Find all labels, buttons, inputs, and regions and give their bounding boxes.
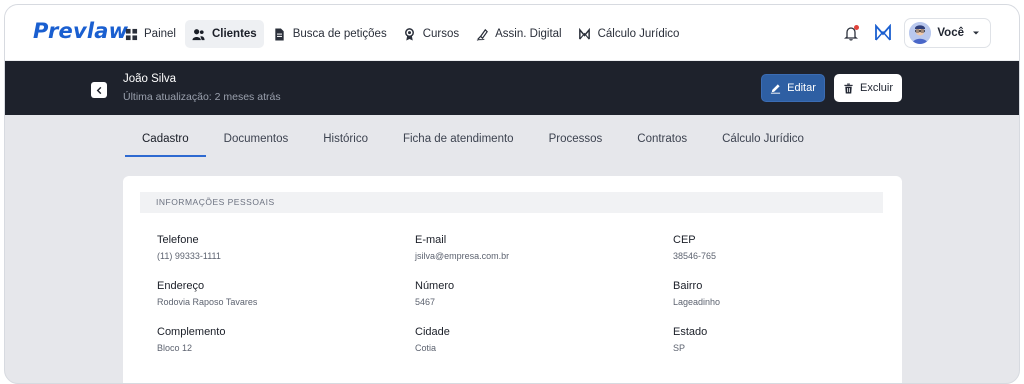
field-label-email: E-mail (415, 234, 447, 246)
user-menu-button[interactable]: Você (904, 18, 991, 48)
field-label-cidade: Cidade (415, 326, 450, 338)
client-tabs: Cadastro Documentos Histórico Ficha de a… (125, 123, 822, 157)
field-label-numero: Número (415, 280, 455, 292)
grid-icon (124, 27, 138, 41)
nav-item-label: Painel (144, 28, 176, 40)
tab-calculo-juridico[interactable]: Cálculo Jurídico (705, 123, 821, 157)
nav-item-assin-digital[interactable]: Assin. Digital (468, 20, 568, 48)
nav-item-label: Busca de petições (292, 28, 387, 40)
signature-icon (475, 27, 489, 41)
users-icon (192, 27, 206, 41)
top-navbar: Prevlaw Painel Clientes Busca de petiçõe… (5, 5, 1019, 61)
edit-button-label: Editar (787, 82, 816, 94)
back-button[interactable] (91, 82, 107, 98)
nav-item-label: Cálculo Jurídico (597, 28, 680, 40)
client-header: João Silva Última atualização: 2 meses a… (5, 61, 1019, 115)
field-value-email: jsilva@empresa.com.br (415, 251, 510, 261)
section-title: INFORMAÇÕES PESSOAIS (140, 192, 883, 213)
pencil-icon (771, 83, 781, 94)
tab-processos[interactable]: Processos (532, 123, 620, 157)
trash-icon (844, 83, 853, 94)
nav-item-clientes[interactable]: Clientes (184, 20, 264, 48)
personal-info-card: INFORMAÇÕES PESSOAIS Telefone (11) 99333… (123, 176, 902, 383)
delete-button[interactable]: Excluir (834, 74, 902, 102)
field-value-cep: 38546-765 (673, 251, 717, 261)
client-name: João Silva (123, 73, 177, 85)
nav-item-painel[interactable]: Painel (117, 20, 183, 48)
m-logo-icon (578, 27, 592, 41)
nav-item-cursos[interactable]: Cursos (396, 20, 466, 48)
field-label-estado: Estado (673, 326, 708, 338)
field-value-endereco: Rodovia Raposo Tavares (157, 297, 258, 307)
avatar (909, 22, 932, 44)
nav-item-label: Cursos (422, 28, 460, 40)
field-label-cep: CEP (673, 234, 696, 246)
field-label-endereco: Endereço (157, 280, 205, 292)
app-window: Prevlaw Painel Clientes Busca de petiçõe… (4, 4, 1020, 384)
delete-button-label: Excluir (859, 82, 893, 94)
field-value-estado: SP (673, 343, 686, 353)
field-value-telefone: (11) 99333-1111 (157, 251, 221, 261)
field-value-numero: 5467 (415, 297, 436, 307)
nav-item-label: Clientes (211, 28, 257, 40)
brand-logo[interactable]: Prevlaw (33, 19, 128, 43)
tab-historico[interactable]: Histórico (306, 123, 385, 157)
tab-ficha-atendimento[interactable]: Ficha de atendimento (386, 123, 531, 157)
bell-icon[interactable] (842, 24, 860, 42)
main-nav: Painel Clientes Busca de petições Cursos (117, 20, 688, 48)
field-value-bairro: Lageadinho (673, 297, 721, 307)
tab-contratos[interactable]: Contratos (620, 123, 704, 157)
chevron-left-icon (96, 86, 101, 94)
edit-button[interactable]: Editar (761, 74, 825, 102)
user-name: Você (937, 27, 964, 39)
award-icon (403, 27, 417, 41)
field-value-complemento: Bloco 12 (157, 343, 193, 353)
last-update-text: Última atualização: 2 meses atrás (123, 91, 281, 103)
tab-documentos[interactable]: Documentos (207, 123, 306, 157)
field-label-complemento: Complemento (157, 326, 226, 338)
tab-cadastro[interactable]: Cadastro (125, 123, 206, 157)
nav-item-busca-peticoes[interactable]: Busca de petições (266, 20, 394, 48)
nav-item-label: Assin. Digital (495, 28, 562, 40)
chevron-down-icon (973, 31, 979, 35)
nav-item-calculo-juridico[interactable]: Cálculo Jurídico (571, 20, 687, 48)
field-label-bairro: Bairro (673, 280, 703, 292)
header-tools: Você (842, 18, 991, 48)
document-icon (273, 27, 287, 41)
m-logo-icon[interactable] (874, 24, 892, 42)
field-label-telefone: Telefone (157, 234, 199, 246)
field-value-cidade: Cotia (415, 343, 437, 353)
